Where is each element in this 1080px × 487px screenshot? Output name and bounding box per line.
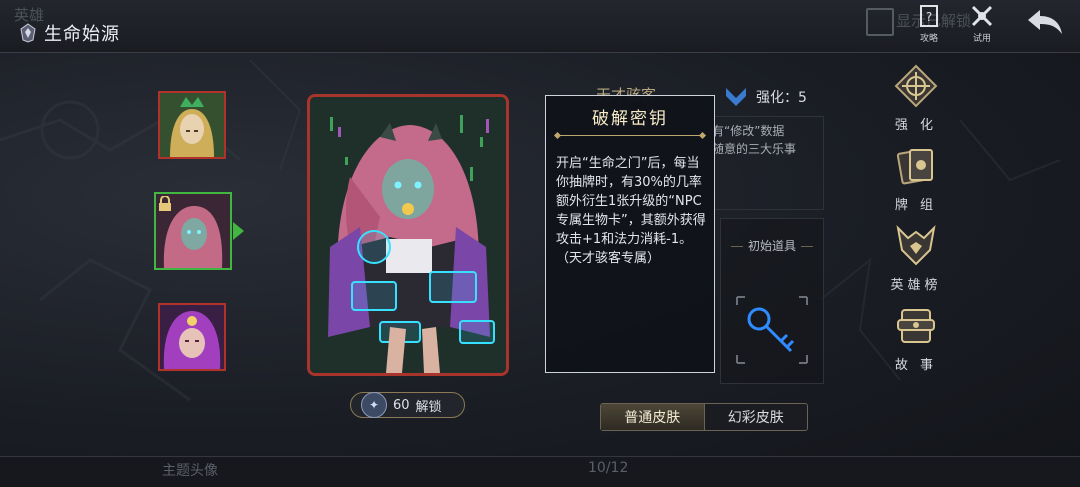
skin-tabs: 普通皮肤 幻彩皮肤: [600, 403, 808, 431]
svg-text:?: ?: [926, 10, 932, 24]
green-crowned-hero-art: [160, 93, 224, 157]
key-icon[interactable]: [735, 295, 809, 365]
show-unlocked-checkbox[interactable]: [866, 8, 894, 36]
guide-button[interactable]: ? 攻略: [909, 4, 949, 44]
starting-item-panel: 初始道具: [720, 218, 824, 384]
page-title-group: 生命始源: [18, 20, 120, 46]
trial-swords-icon: [971, 5, 993, 27]
card-deck-icon: [896, 149, 933, 185]
menu-story-label: 故 事: [894, 358, 938, 373]
horned-crest-icon: [896, 225, 936, 266]
hacker-illustration: [310, 97, 506, 373]
menu-leaderboard[interactable]: 英雄榜: [884, 224, 948, 293]
scroll-icon: [897, 309, 935, 343]
menu-deck-label: 牌 组: [894, 198, 938, 213]
unlock-cost: 60: [393, 397, 410, 413]
guide-book-icon: ?: [920, 5, 938, 27]
back-arrow-icon[interactable]: [1026, 8, 1064, 36]
menu-leaderboard-label: 英雄榜: [890, 278, 942, 293]
hero-description-line-2: 随意的三大乐事: [712, 142, 797, 156]
guide-label: 攻略: [919, 34, 938, 44]
hero-portrait-purple[interactable]: [158, 303, 226, 371]
unlock-label: 解锁: [415, 399, 442, 415]
trial-label: 试用: [972, 34, 991, 44]
hero-portrait-pink-selected[interactable]: [154, 192, 232, 270]
tooltip-title: 破解密钥: [592, 109, 668, 129]
hero-description: 有“修改”数据 随意的三大乐事: [712, 122, 796, 158]
item-tooltip: 破解密钥 开启“生命之门”后，每当你抽牌时，有30%的几率额外衍生1张升级的“N…: [545, 95, 715, 373]
lock-icon: [159, 196, 171, 211]
top-bar: 英雄 生命始源 显示已解锁 ? 攻略 试用: [0, 0, 1080, 53]
compass-emblem-icon: [894, 64, 938, 108]
menu-deck[interactable]: 牌 组: [884, 144, 948, 213]
upgrade-chevron-icon: [726, 88, 746, 106]
tab-iridescent-skin[interactable]: 幻彩皮肤: [705, 404, 808, 430]
menu-story[interactable]: 故 事: [884, 304, 948, 373]
tooltip-body: 开启“生命之门”后，每当你抽牌时，有30%的几率额外衍生1张升级的“NPC专属生…: [556, 156, 706, 266]
tooltip-divider: [558, 135, 702, 136]
upgrade-level: 强化：5: [724, 86, 807, 108]
trial-button[interactable]: 试用: [962, 4, 1002, 44]
avatar-theme-tab[interactable]: 主题头像: [162, 460, 218, 480]
feather-currency-icon: ✦: [361, 392, 387, 418]
hero-description-line-1: 有“修改”数据: [712, 124, 785, 138]
unlock-button[interactable]: ✦ 60 解锁: [350, 392, 465, 418]
page-title: 生命始源: [44, 24, 120, 45]
selection-arrow: [233, 222, 244, 240]
menu-upgrade-label: 强 化: [894, 118, 938, 133]
page-indicator: 10/12: [588, 460, 629, 476]
tab-normal-skin[interactable]: 普通皮肤: [601, 404, 705, 430]
hero-portrait-green[interactable]: [158, 91, 226, 159]
starting-item-label: 初始道具: [747, 239, 796, 253]
menu-upgrade[interactable]: 强 化: [884, 64, 948, 133]
upgrade-label: 强化：5: [756, 90, 807, 106]
hero-emblem-icon: [20, 23, 36, 43]
hero-card-art[interactable]: [307, 94, 509, 376]
purple-hair-hero-art: [160, 305, 224, 369]
